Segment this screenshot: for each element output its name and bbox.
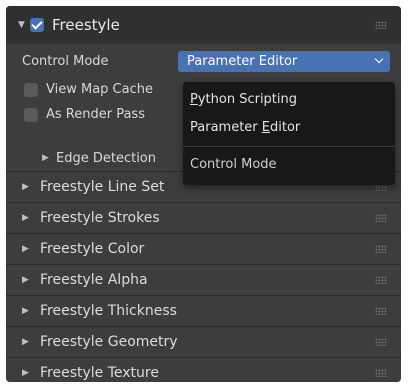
section-label: Freestyle Texture <box>40 365 159 381</box>
section-freestyle-alpha[interactable]: ▶ Freestyle Alpha <box>6 265 401 295</box>
section-label: Freestyle Color <box>40 241 145 257</box>
section-freestyle-color[interactable]: ▶ Freestyle Color <box>6 234 401 264</box>
freestyle-enable-checkbox[interactable] <box>30 18 44 32</box>
panel-title: Freestyle <box>52 16 120 34</box>
section-label: Freestyle Alpha <box>40 272 148 288</box>
grip-icon[interactable] <box>375 21 387 29</box>
triangle-right-icon[interactable]: ▶ <box>22 244 40 254</box>
section-freestyle-texture[interactable]: ▶ Freestyle Texture <box>6 358 401 382</box>
chevron-down-icon <box>374 54 384 64</box>
control-mode-label: Control Mode <box>22 54 109 69</box>
as-render-pass-label: As Render Pass <box>46 107 145 122</box>
triangle-down-icon[interactable]: ▼ <box>18 20 30 30</box>
freestyle-panel: ▼ Freestyle Control Mode Parameter Edito… <box>6 6 401 382</box>
grip-icon[interactable] <box>375 276 387 284</box>
edge-detection-label: Edge Detection <box>56 150 157 166</box>
menu-heading: Control Mode <box>190 157 277 172</box>
grip-icon[interactable] <box>375 214 387 222</box>
menu-item-python-scripting[interactable]: Python Scripting <box>190 92 297 107</box>
menu-divider <box>183 146 395 147</box>
triangle-right-icon[interactable]: ▶ <box>22 337 40 347</box>
grip-icon[interactable] <box>375 338 387 346</box>
view-map-cache-checkbox[interactable] <box>24 82 38 97</box>
triangle-right-icon[interactable]: ▶ <box>22 306 40 316</box>
section-freestyle-geometry[interactable]: ▶ Freestyle Geometry <box>6 327 401 357</box>
view-map-cache-row[interactable]: View Map Cache <box>24 82 153 97</box>
control-mode-select[interactable]: Parameter Editor <box>178 51 390 72</box>
view-map-cache-label: View Map Cache <box>46 82 153 97</box>
freestyle-panel-header[interactable]: ▼ Freestyle <box>6 6 401 44</box>
triangle-right-icon[interactable]: ▶ <box>42 153 56 163</box>
section-label: Freestyle Thickness <box>40 303 177 319</box>
triangle-right-icon[interactable]: ▶ <box>22 213 40 223</box>
as-render-pass-row[interactable]: As Render Pass <box>24 107 145 122</box>
control-mode-value: Parameter Editor <box>187 54 298 69</box>
grip-icon[interactable] <box>375 369 387 377</box>
control-mode-dropdown-menu: Python Scripting Parameter Editor Contro… <box>183 82 395 185</box>
grip-icon[interactable] <box>375 245 387 253</box>
section-label: Freestyle Line Set <box>40 179 165 195</box>
triangle-right-icon[interactable]: ▶ <box>22 182 40 192</box>
grip-icon[interactable] <box>375 307 387 315</box>
menu-item-parameter-editor[interactable]: Parameter Editor <box>190 120 300 135</box>
section-label: Freestyle Strokes <box>40 210 160 226</box>
as-render-pass-checkbox[interactable] <box>24 107 38 122</box>
triangle-right-icon[interactable]: ▶ <box>22 275 40 285</box>
triangle-right-icon[interactable]: ▶ <box>22 368 40 378</box>
section-freestyle-thickness[interactable]: ▶ Freestyle Thickness <box>6 296 401 326</box>
section-label: Freestyle Geometry <box>40 334 178 350</box>
section-freestyle-strokes[interactable]: ▶ Freestyle Strokes <box>6 203 401 233</box>
